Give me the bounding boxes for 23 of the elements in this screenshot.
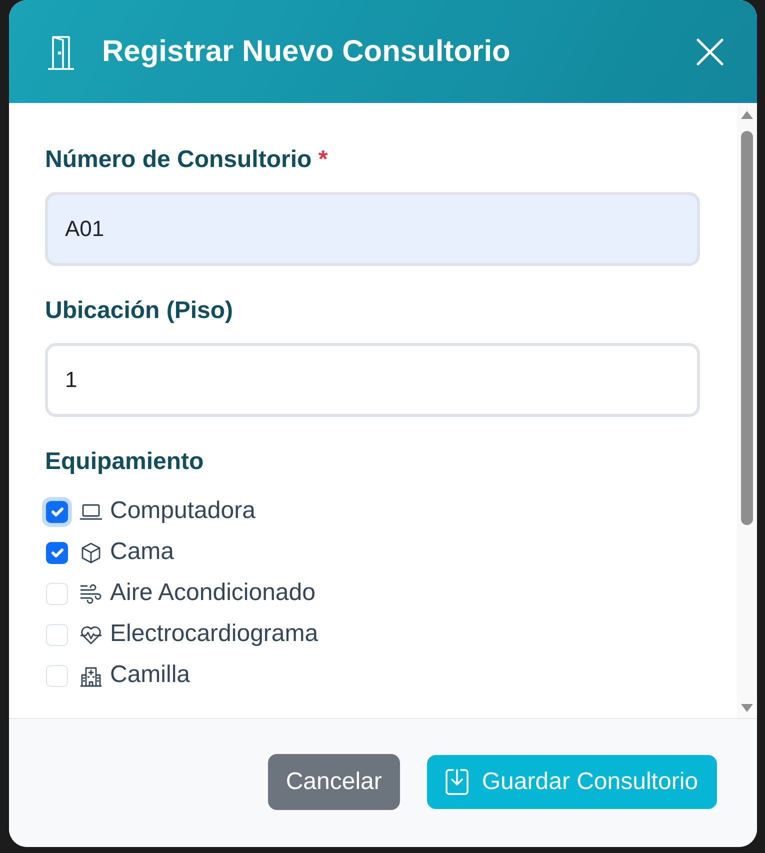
close-button[interactable] xyxy=(696,38,724,66)
section-label: Equipamiento xyxy=(45,447,204,477)
checkbox-label: Computadora xyxy=(110,497,256,526)
field-label: Ubicación (Piso) xyxy=(45,296,234,326)
cube-icon xyxy=(79,540,103,564)
checkbox[interactable] xyxy=(46,500,68,522)
checkbox-label: Electrocardiograma xyxy=(110,620,318,649)
text-field[interactable]: 1 xyxy=(45,343,700,417)
checkbox-label: Cama xyxy=(110,538,174,567)
dialog-title: Registrar Nuevo Consultorio xyxy=(102,34,510,70)
checkbox[interactable] xyxy=(46,542,68,564)
scroll-up-arrow-icon[interactable] xyxy=(741,111,753,119)
required-mark: * xyxy=(318,146,328,173)
scrollbar-thumb[interactable] xyxy=(741,131,753,525)
wind-icon xyxy=(79,582,103,606)
text-field[interactable]: A01 xyxy=(45,192,700,266)
checkbox-label: Camilla xyxy=(110,661,190,690)
field-label: Número de Consultorio xyxy=(45,146,312,173)
download-icon xyxy=(444,768,469,796)
checkbox-label: Aire Acondicionado xyxy=(110,579,316,608)
door-icon xyxy=(47,34,75,70)
cancel-button[interactable]: Cancelar xyxy=(268,754,400,810)
scroll-down-arrow-icon[interactable] xyxy=(741,704,753,712)
